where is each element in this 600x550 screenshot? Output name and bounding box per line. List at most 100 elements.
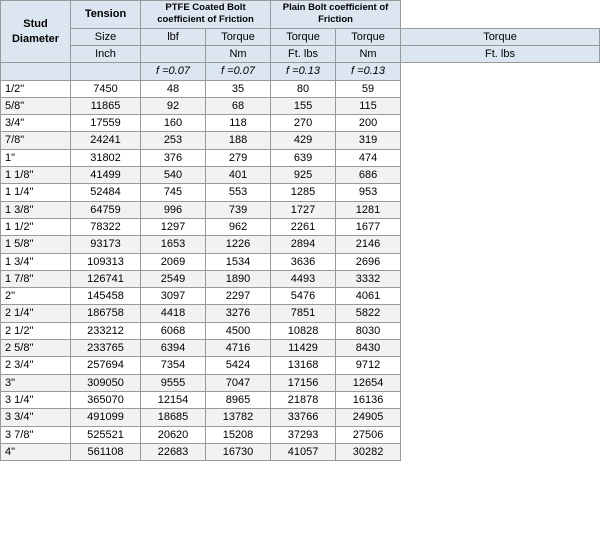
plain-nm-unit: Nm: [336, 45, 401, 62]
ptfe-nm-cell: 540: [141, 167, 206, 184]
size-cell: 1": [1, 149, 71, 166]
size-cell: 3/4": [1, 115, 71, 132]
size-sub: Size: [71, 28, 141, 45]
ptfe-nm-cell: 996: [141, 201, 206, 218]
ptfe-nm-cell: 22683: [141, 443, 206, 460]
plain-nm-cell: 4493: [271, 270, 336, 287]
tension-cell: 7450: [71, 80, 141, 97]
size-cell: 1/2": [1, 80, 71, 97]
plain-ftlbs-cell: 953: [336, 184, 401, 201]
ptfe-nm-cell: 4418: [141, 305, 206, 322]
table-row: 1 1/4"524847455531285953: [1, 184, 600, 201]
plain-ftlbs-cell: 1281: [336, 201, 401, 218]
table-row: 1 5/8"931731653122628942146: [1, 236, 600, 253]
tension-cell: 64759: [71, 201, 141, 218]
table-row: 1/2"745048358059: [1, 80, 600, 97]
plain-nm-cell: 13168: [271, 357, 336, 374]
plain-nm-cell: 155: [271, 97, 336, 114]
table-body: 1/2"7450483580595/8"1186592681551153/4"1…: [1, 80, 600, 461]
size-cell: 3": [1, 374, 71, 391]
plain-ftlbs-cell: 27506: [336, 426, 401, 443]
ptfe-ftlbs-cell: 15208: [206, 426, 271, 443]
plain-ftlbs-cell: 8430: [336, 340, 401, 357]
plain-nm-cell: 1727: [271, 201, 336, 218]
table-row: 3/4"17559160118270200: [1, 115, 600, 132]
plain-ftlbs-cell: 1677: [336, 218, 401, 235]
table-row: 1 1/2"78322129796222611677: [1, 218, 600, 235]
plain-ftlbs-cell: 319: [336, 132, 401, 149]
ptfe-nm-cell: 160: [141, 115, 206, 132]
size-cell: 1 7/8": [1, 270, 71, 287]
ptfe-ftlbs-cell: 739: [206, 201, 271, 218]
ptfe-ftlbs-cell: 553: [206, 184, 271, 201]
size-cell: 1 1/8": [1, 167, 71, 184]
size-cell: 2 1/4": [1, 305, 71, 322]
tension-cell: 145458: [71, 288, 141, 305]
size-cell: 3 1/4": [1, 391, 71, 408]
plain-ftlbs-cell: 9712: [336, 357, 401, 374]
table-row: 7/8"24241253188429319: [1, 132, 600, 149]
ptfe-group-header: PTFE Coated Bolt coefficient of Friction: [141, 1, 271, 29]
ptfe-nm-cell: 1297: [141, 218, 206, 235]
table-row: 1 3/4"1093132069153436362696: [1, 253, 600, 270]
ptfe-ftlbs-cell: 2297: [206, 288, 271, 305]
plain-nm-cell: 10828: [271, 322, 336, 339]
ptfe-ftlbs-cell: 962: [206, 218, 271, 235]
size-cell: 1 1/2": [1, 218, 71, 235]
plain-ftlbs-cell: 5822: [336, 305, 401, 322]
plain-coeff1: f =0.13: [271, 63, 336, 80]
main-table-container: Stud DiameterTensionPTFE Coated Bolt coe…: [0, 0, 600, 550]
tension-cell: 17559: [71, 115, 141, 132]
tension-cell: 186758: [71, 305, 141, 322]
plain-nm-cell: 2894: [271, 236, 336, 253]
ptfe-ftlbs-cell: 13782: [206, 409, 271, 426]
table-row: 1"31802376279639474: [1, 149, 600, 166]
size-cell: 3 3/4": [1, 409, 71, 426]
ptfe-nm-cell: 253: [141, 132, 206, 149]
size-cell: 1 3/8": [1, 201, 71, 218]
plain-group-header: Plain Bolt coefficient of Friction: [271, 1, 401, 29]
ptfe-ftlbs-cell: 16730: [206, 443, 271, 460]
tension-cell: 365070: [71, 391, 141, 408]
ptfe-ftlbs-cell: 1534: [206, 253, 271, 270]
table-row: 3 3/4"49109918685137823376624905: [1, 409, 600, 426]
table-row: 4"56110822683167304105730282: [1, 443, 600, 460]
table-row: 2 3/4"25769473545424131689712: [1, 357, 600, 374]
size-cell: 3 7/8": [1, 426, 71, 443]
plain-ftlbs-cell: 2146: [336, 236, 401, 253]
ptfe-nm-cell: 9555: [141, 374, 206, 391]
plain-torque2: Torque: [401, 28, 600, 45]
ptfe-ftlbs-cell: 68: [206, 97, 271, 114]
plain-nm-cell: 2261: [271, 218, 336, 235]
plain-nm-cell: 639: [271, 149, 336, 166]
plain-ftlbs-unit: Ft. lbs: [401, 45, 600, 62]
size-cell: 2 3/4": [1, 357, 71, 374]
tension-cell: 126741: [71, 270, 141, 287]
ptfe-ftlbs-cell: 279: [206, 149, 271, 166]
ptfe-coeff2: f =0.07: [206, 63, 271, 80]
tension-cell: 24241: [71, 132, 141, 149]
table-row: 5/8"118659268155115: [1, 97, 600, 114]
tension-cell: 52484: [71, 184, 141, 201]
coeff-row: f =0.07f =0.07f =0.13f =0.13: [1, 63, 600, 80]
tension-cell: 41499: [71, 167, 141, 184]
ptfe-nm-cell: 12154: [141, 391, 206, 408]
sub-header-row: SizelbfTorqueTorqueTorqueTorque: [1, 28, 600, 45]
size-cell: 7/8": [1, 132, 71, 149]
tension-cell: 491099: [71, 409, 141, 426]
ptfe-ftlbs-cell: 4500: [206, 322, 271, 339]
plain-nm-cell: 21878: [271, 391, 336, 408]
blank-unit: [141, 45, 206, 62]
tension-cell: 257694: [71, 357, 141, 374]
table-row: 2"1454583097229754764061: [1, 288, 600, 305]
plain-nm-cell: 33766: [271, 409, 336, 426]
ptfe-nm-cell: 92: [141, 97, 206, 114]
ptfe-ftlbs-cell: 3276: [206, 305, 271, 322]
tension-cell: 31802: [71, 149, 141, 166]
table-row: 2 1/4"1867584418327678515822: [1, 305, 600, 322]
size-cell: 1 3/4": [1, 253, 71, 270]
ptfe-ftlbs-cell: 35: [206, 80, 271, 97]
plain-ftlbs-cell: 16136: [336, 391, 401, 408]
plain-ftlbs-cell: 12654: [336, 374, 401, 391]
ptfe-nm-cell: 745: [141, 184, 206, 201]
